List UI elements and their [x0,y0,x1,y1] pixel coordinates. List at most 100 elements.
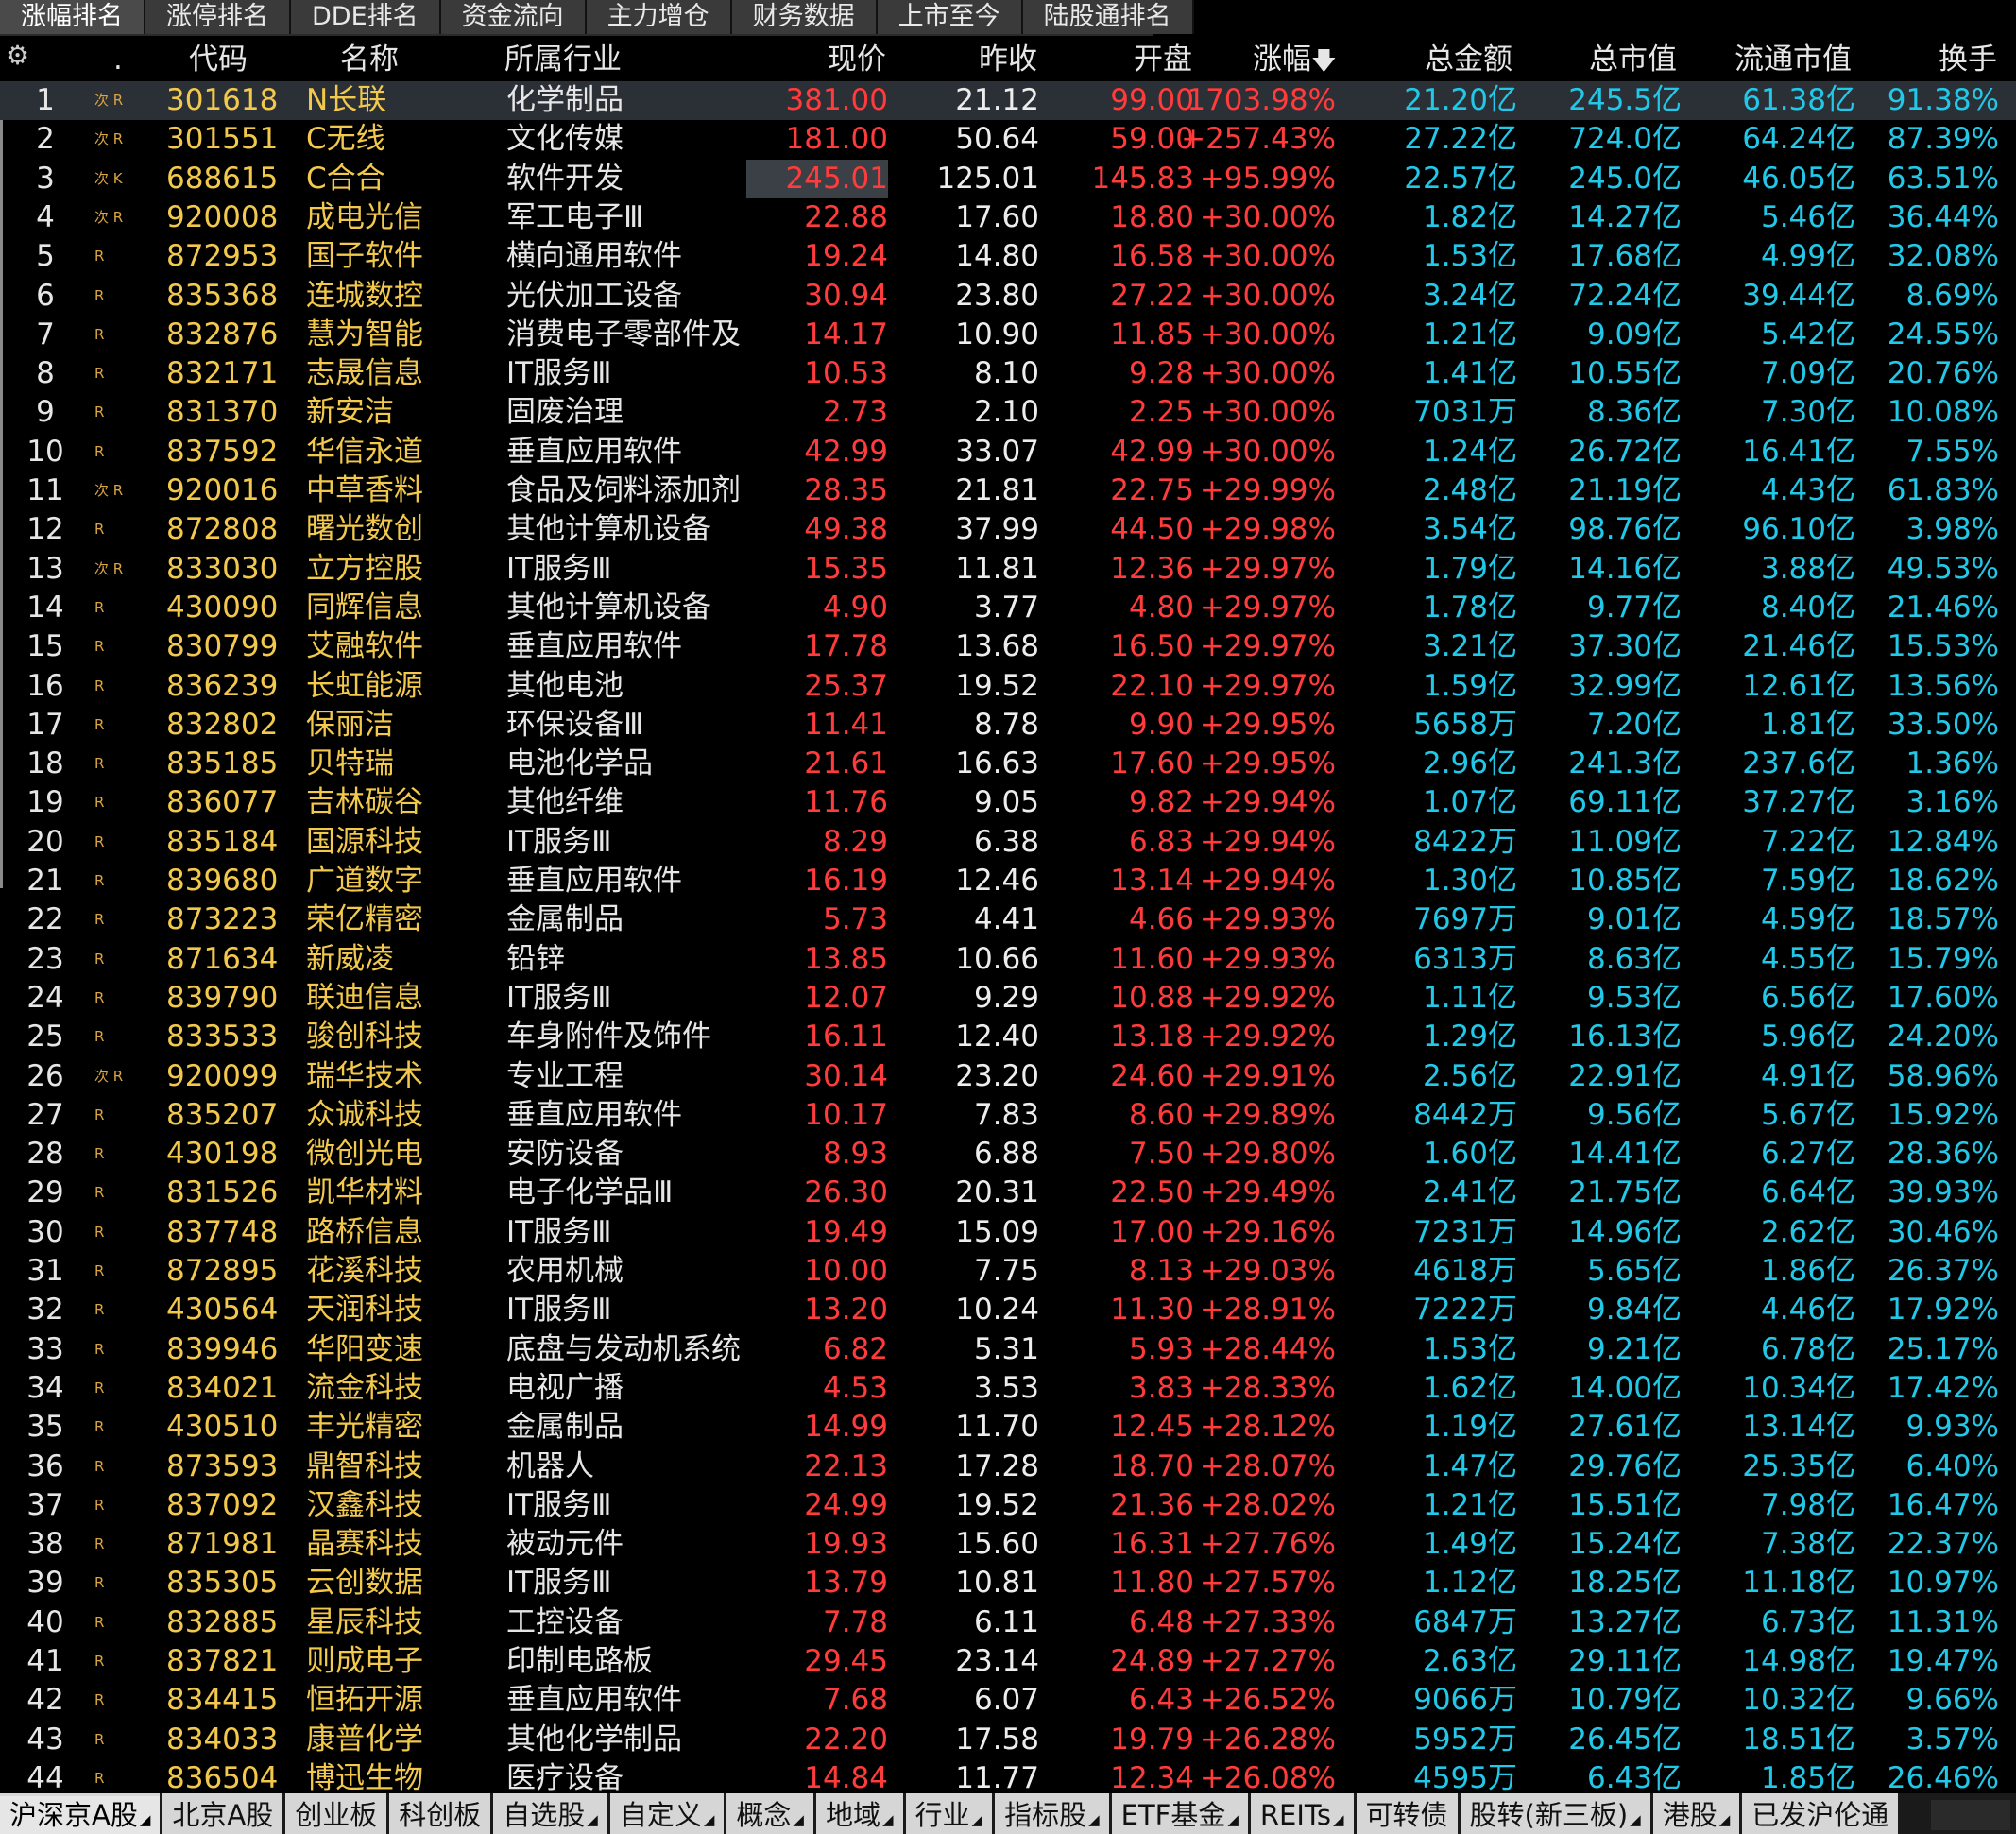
table-row[interactable]: 31 R 872895 花溪科技 农用机械 10.00 7.75 8.13 +29.03% 461… [0,1252,2016,1291]
table-row[interactable]: 42 R 834415 恒拓开源 垂直应用软件 7.68 6.07 6.43 +26.52% 90… [0,1681,2016,1720]
table-row[interactable]: 1次 R 301618 N长联 化学制品 381.00 21.12 99.00 1703.98… [0,81,2016,120]
market-tab[interactable]: 可转债 [1356,1793,1458,1834]
table-row[interactable]: 20 R 835184 国源科技 IT服务Ⅲ 8.29 6.38 6.83 +29.94% 842… [0,823,2016,862]
header-amount[interactable]: 总金额 [1425,38,1512,81]
prev-close: 33.07 [955,434,1039,469]
header-prev-close[interactable]: 昨收 [979,38,1037,81]
table-row[interactable]: 29 R 831526 凯华材料 电子化学品Ⅲ 26.30 20.31 22.50 +29.49… [0,1174,2016,1212]
table-row[interactable]: 37 R 837092 汉鑫科技 IT服务Ⅲ 24.99 19.52 21.36 +28.02%… [0,1486,2016,1525]
prev-close: 16.63 [955,746,1039,781]
market-tab[interactable]: 沪深京A股 ◢ [0,1793,161,1834]
table-row[interactable]: 4次 R 920008 成电光信 军工电子Ⅲ 22.88 17.60 18.80 +30.00… [0,198,2016,237]
table-row[interactable]: 34 R 834021 流金科技 电视广播 4.53 3.53 3.83 +28.33% 1.62… [0,1369,2016,1408]
header-code[interactable]: 代码 [189,38,248,81]
table-row[interactable]: 22 R 873223 荣亿精密 金属制品 5.73 4.41 4.66 +29.93% 7697… [0,900,2016,939]
top-tab[interactable]: 陆股通排名 [1022,0,1194,34]
table-row[interactable]: 18 R 835185 贝特瑞 电池化学品 21.61 16.63 17.60 +29.95% 2… [0,745,2016,783]
top-tab[interactable]: 资金流向 [440,0,587,34]
table-row[interactable]: 41 R 837821 则成电子 印制电路板 29.45 23.14 24.89 +27.27%… [0,1642,2016,1681]
table-row[interactable]: 26 次 R 920099 瑞华技术 专业工程 30.14 23.20 24.60 +29.91… [0,1057,2016,1096]
header-industry[interactable]: 所属行业 [504,38,622,81]
market-cap: 11.09亿 [1568,824,1682,859]
total-amount: 1.53亿 [1422,1331,1517,1366]
table-row[interactable]: 9 R 831370 新安洁 固废治理 2.73 2.10 2.25 +30.00% 7031万 8… [0,393,2016,432]
table-row[interactable]: 39 R 835305 云创数据 IT服务Ⅲ 13.79 10.81 11.80 +27.57%… [0,1564,2016,1603]
header-price[interactable]: 现价 [828,38,886,81]
table-row[interactable]: 19 R 836077 吉林碳谷 其他纤维 11.76 9.05 9.82 +29.94% 1.0… [0,783,2016,822]
table-row[interactable]: 43 R 834033 康普化学 其他化学制品 22.20 17.58 19.79 +26.28… [0,1721,2016,1759]
table-row[interactable]: 2次 R 301551 C无线 文化传媒 181.00 50.64 59.00 +257.43… [0,120,2016,159]
market-tab[interactable]: 港股 ◢ [1652,1793,1740,1834]
market-tab[interactable]: 地域 ◢ [815,1793,903,1834]
header-name[interactable]: 名称 [340,38,399,81]
market-cap: 21.19亿 [1568,473,1682,507]
table-row[interactable]: 21 R 839680 广道数字 垂直应用软件 16.19 12.46 13.14 +29.94… [0,862,2016,900]
row-flag-badge: R [94,1145,105,1163]
total-amount: 1.82亿 [1422,199,1517,234]
market-tab[interactable]: 指标股 ◢ [995,1793,1109,1834]
stock-name: 流金科技 [306,1370,423,1405]
table-row[interactable]: 15 R 830799 艾融软件 垂直应用软件 17.78 13.68 16.50 +29.97… [0,627,2016,666]
market-tab[interactable]: 已发沪伦通 [1742,1793,1899,1834]
table-row[interactable]: 12 R 872808 曙光数创 其他计算机设备 49.38 37.99 44.50 +29.9… [0,510,2016,549]
turnover-rate: 16.47% [1887,1487,1999,1522]
total-amount: 2.56亿 [1422,1058,1517,1093]
market-tab[interactable]: 科创板 [389,1793,491,1834]
top-tab[interactable]: DDE排名 [291,0,441,34]
top-tab[interactable]: 涨停排名 [145,0,291,34]
market-tab[interactable]: 自定义 ◢ [609,1793,725,1834]
market-tab[interactable]: 股转(新三板) ◢ [1460,1793,1650,1834]
table-row[interactable]: 23 R 871634 新威凌 铅锌 13.85 10.66 11.60 +29.93% 6313… [0,940,2016,979]
table-row[interactable]: 36 R 873593 鼎智科技 机器人 22.13 17.28 18.70 +28.07% 1.… [0,1448,2016,1486]
header-open[interactable]: 开盘 [1134,38,1192,81]
table-row[interactable]: 25 R 833533 骏创科技 车身附件及饰件 16.11 12.40 13.18 +29.9… [0,1018,2016,1056]
table-row[interactable]: 7 R 832876 慧为智能 消费电子零部件及 14.17 10.90 11.85 +30.0… [0,316,2016,354]
market-tab[interactable]: 创业板 [285,1793,387,1834]
table-row[interactable]: 35 R 430510 丰光精密 金属制品 14.99 11.70 12.45 +28.12% 1… [0,1408,2016,1447]
header-change-pct[interactable]: 涨幅🡇 [1253,38,1337,81]
table-row[interactable]: 30 R 837748 路桥信息 IT服务Ⅲ 19.49 15.09 17.00 +29.16%… [0,1213,2016,1252]
top-tab[interactable]: 主力增仓 [586,0,732,34]
current-price: 21.61 [804,746,888,781]
header-float-cap[interactable]: 流通市值 [1734,38,1852,81]
table-row[interactable]: 32 R 430564 天润科技 IT服务Ⅲ 13.20 10.24 11.30 +28.91%… [0,1291,2016,1329]
current-price: 13.85 [804,941,888,976]
top-tab[interactable]: 上市至今 [877,0,1023,34]
row-flag-badge: 次 R [94,559,124,577]
market-tab[interactable]: 行业 ◢ [905,1793,993,1834]
table-row[interactable]: 44 R 836504 博迅生物 医疗设备 14.84 11.77 12.34 +26.08% 4… [0,1759,2016,1798]
market-tab[interactable]: 概念 ◢ [726,1793,813,1834]
table-row[interactable]: 28 R 430198 微创光电 安防设备 8.93 6.88 7.50 +29.80% 1.60… [0,1135,2016,1174]
row-index: 32 [26,1293,64,1328]
row-index: 12 [26,512,64,547]
prev-close: 11.77 [955,1760,1039,1795]
row-flag-badge: 次 R [94,92,124,109]
market-tab[interactable]: ETF基金 ◢ [1111,1793,1248,1834]
table-row[interactable]: 11 次 R 920016 中草香料 食品及饲料添加剂 28.35 21.81 22.75 +2… [0,471,2016,510]
table-row[interactable]: 8 R 832171 志晟信息 IT服务Ⅲ 10.53 8.10 9.28 +30.00% 1.4… [0,354,2016,393]
top-tab[interactable]: 财务数据 [731,0,878,34]
table-row[interactable]: 16 R 836239 长虹能源 其他电池 25.37 19.52 22.10 +29.97% 1… [0,667,2016,706]
table-row[interactable]: 3次 K 688615 C合合 软件开发 245.01 125.01 145.83 +95.9… [0,159,2016,198]
header-turnover[interactable]: 换手 [1939,38,1997,81]
horizontal-scrollbar[interactable] [1931,1800,2010,1830]
stock-name: 连城数控 [306,278,423,313]
table-row[interactable]: 14 R 430090 同辉信息 其他计算机设备 4.90 3.77 4.80 +29.97% 1… [0,589,2016,627]
top-tab[interactable]: 涨幅排名 [0,0,145,34]
table-row[interactable]: 6 R 835368 连城数控 光伏加工设备 30.94 23.80 27.22 +30.00%… [0,277,2016,316]
table-row[interactable]: 33 R 839946 华阳变速 底盘与发动机系统 6.82 5.31 5.93 +28.44%… [0,1330,2016,1369]
row-index: 2 [36,122,55,157]
market-tab[interactable]: 北京A股 [162,1793,283,1834]
table-row[interactable]: 40 R 832885 星辰科技 工控设备 7.78 6.11 6.48 +27.33% 6847… [0,1603,2016,1642]
header-market-cap[interactable]: 总市值 [1589,38,1677,81]
table-row[interactable]: 13 次 R 833030 立方控股 IT服务Ⅲ 15.35 11.81 12.36 +29.9… [0,550,2016,589]
table-row[interactable]: 24 R 839790 联迪信息 IT服务Ⅲ 12.07 9.29 10.88 +29.92% 1… [0,979,2016,1018]
table-row[interactable]: 27 R 835207 众诚科技 垂直应用软件 10.17 7.83 8.60 +29.89% 8… [0,1096,2016,1135]
table-row[interactable]: 38 R 871981 晶赛科技 被动元件 19.93 15.60 16.31 +27.76% 1… [0,1525,2016,1564]
turnover-rate: 11.31% [1887,1604,1999,1639]
market-tab[interactable]: REITs ◢ [1250,1793,1354,1834]
table-row[interactable]: 10 R 837592 华信永道 垂直应用软件 42.99 33.07 42.99 +30.00… [0,433,2016,471]
table-row[interactable]: 17 R 832802 保丽洁 环保设备Ⅲ 11.41 8.78 9.90 +29.95% 565… [0,706,2016,745]
table-row[interactable]: 5 R 872953 国子软件 横向通用软件 19.24 14.80 16.58 +30.00%… [0,237,2016,276]
market-tab[interactable]: 自选股 ◢ [493,1793,607,1834]
